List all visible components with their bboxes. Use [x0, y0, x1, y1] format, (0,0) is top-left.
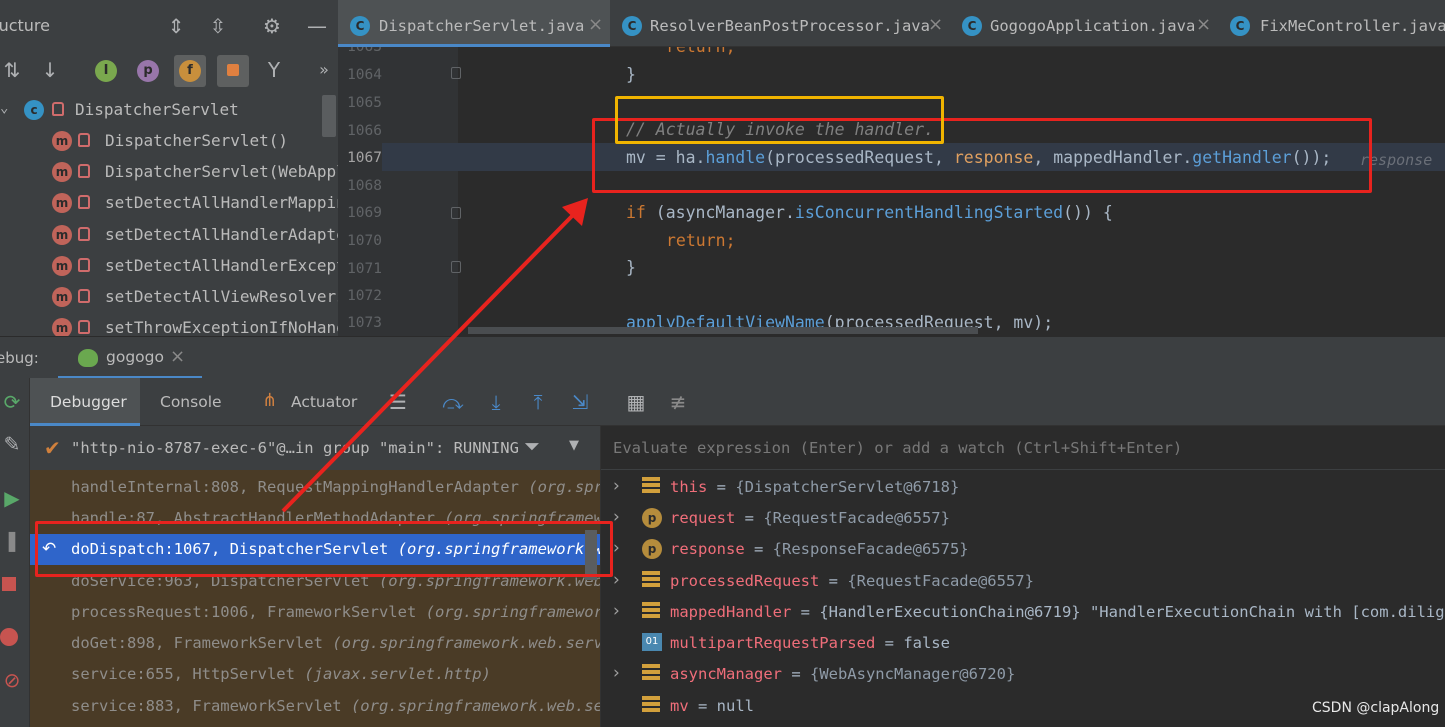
- annotation-arrow: [281, 198, 588, 513]
- watermark: CSDN @clapAlong: [1312, 700, 1440, 716]
- arrow-line: [281, 211, 577, 513]
